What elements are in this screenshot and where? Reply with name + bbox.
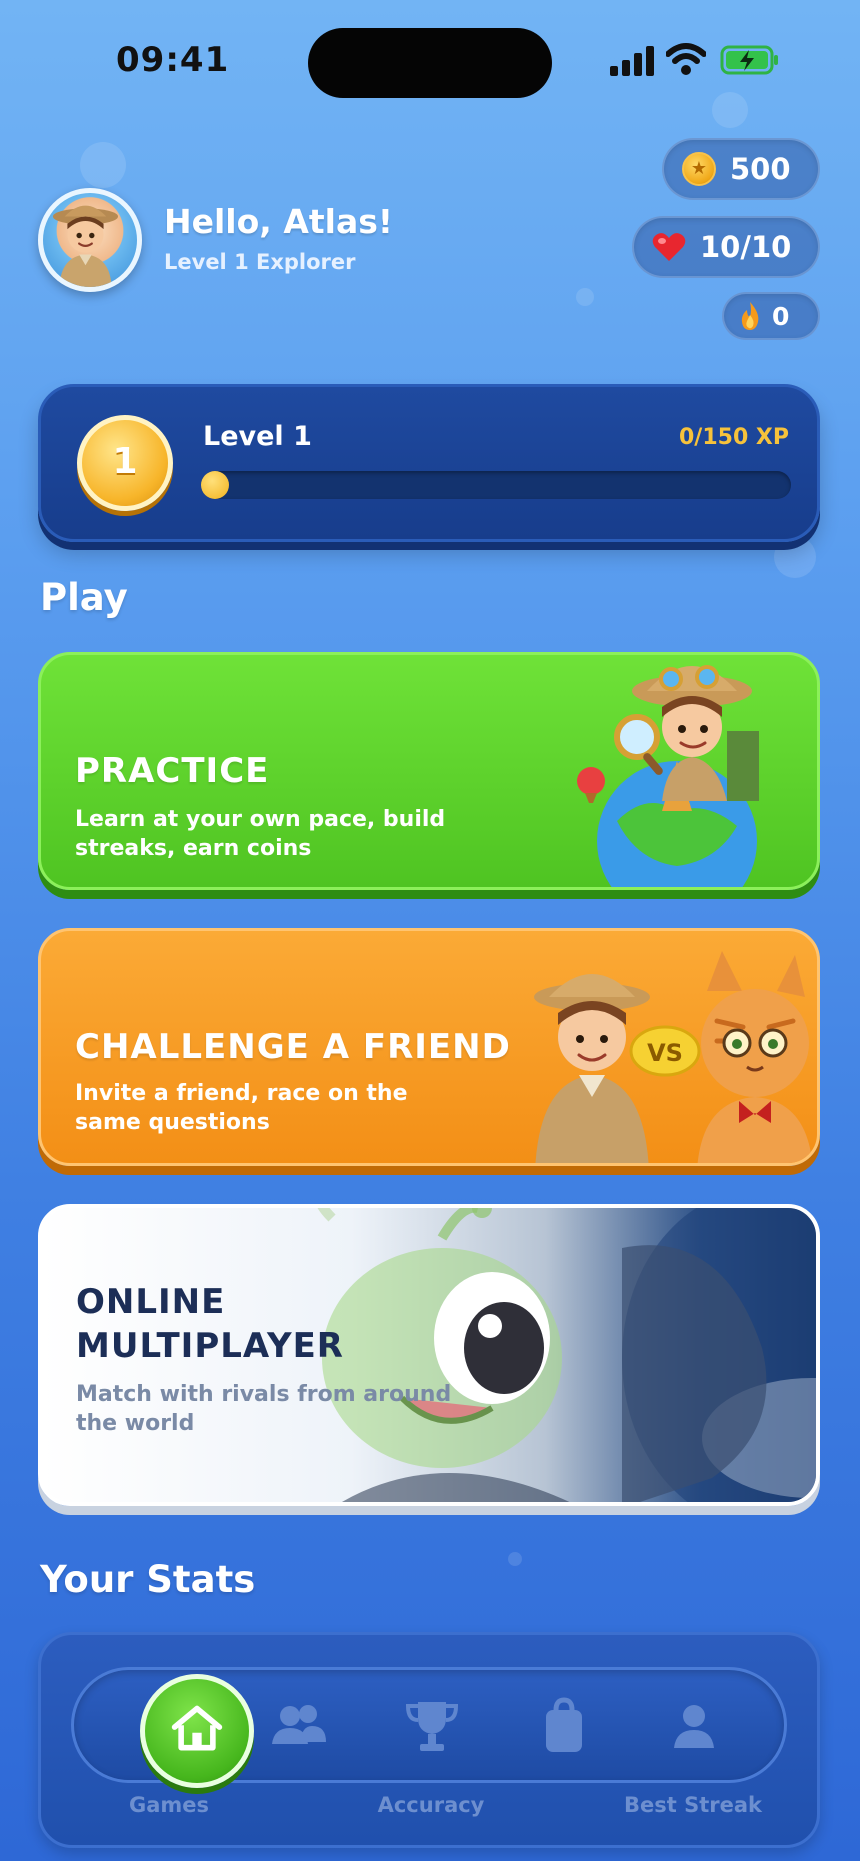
coins-value: 500 bbox=[730, 152, 791, 186]
online-multiplayer-card[interactable]: ONLINE MULTIPLAYER Match with rivals fro… bbox=[38, 1204, 820, 1506]
practice-title: PRACTICE bbox=[75, 751, 270, 791]
home-icon bbox=[171, 1705, 223, 1751]
cellular-signal-icon bbox=[610, 46, 654, 76]
greeting-title: Hello, Atlas! bbox=[164, 202, 393, 241]
practice-description: Learn at your own pace, build streaks, e… bbox=[75, 807, 446, 861]
online-multiplayer-title: ONLINE MULTIPLAYER bbox=[76, 1282, 344, 1366]
heart-icon bbox=[652, 233, 686, 261]
decorative-bubble bbox=[80, 142, 126, 188]
avatar[interactable] bbox=[38, 188, 142, 292]
dynamic-island bbox=[308, 28, 552, 98]
xp-progress-fill bbox=[201, 471, 229, 499]
flame-icon bbox=[741, 302, 759, 330]
xp-progress-bar bbox=[201, 471, 791, 499]
streak-value: 0 bbox=[772, 301, 790, 331]
nav-label-accuracy[interactable]: Accuracy bbox=[331, 1793, 531, 1817]
explorer-avatar-icon bbox=[52, 205, 119, 287]
decorative-bubble bbox=[576, 288, 594, 306]
explorer-globe-illustration bbox=[577, 665, 759, 887]
nav-label-best-streak[interactable]: Best Streak bbox=[593, 1793, 793, 1817]
level-badge: 1 bbox=[77, 415, 173, 511]
decorative-bubble bbox=[508, 1552, 522, 1566]
explorer-vs-cat-illustration: VS bbox=[534, 951, 813, 1163]
level-progress-card[interactable]: 1 Level 1 0/150 XP bbox=[38, 384, 820, 542]
stats-panel: Games Accuracy Best Streak bbox=[38, 1632, 820, 1848]
xp-label: 0/150 XP bbox=[678, 425, 789, 450]
trophy-icon[interactable] bbox=[402, 1696, 462, 1756]
coins-counter[interactable]: 500 bbox=[662, 138, 820, 200]
profile-icon[interactable] bbox=[664, 1696, 724, 1756]
stats-section-title: Your Stats bbox=[40, 1558, 256, 1601]
decorative-bubble bbox=[774, 536, 816, 578]
status-bar: 09:41 bbox=[0, 0, 860, 120]
challenge-title: CHALLENGE A FRIEND bbox=[75, 1027, 511, 1067]
bottom-nav-bar bbox=[71, 1667, 787, 1788]
vs-label: VS bbox=[647, 1039, 683, 1067]
streak-counter[interactable]: 0 bbox=[722, 292, 820, 340]
online-multiplayer-description: Match with rivals from around the world bbox=[76, 1382, 452, 1436]
friends-icon[interactable] bbox=[268, 1696, 328, 1756]
bag-icon[interactable] bbox=[534, 1696, 594, 1756]
nav-label-games[interactable]: Games bbox=[69, 1793, 269, 1817]
battery-charging-icon bbox=[720, 45, 778, 75]
coin-icon bbox=[682, 152, 716, 186]
play-section-title: Play bbox=[40, 576, 128, 619]
challenge-description: Invite a friend, race on the same questi… bbox=[75, 1081, 408, 1135]
practice-card[interactable]: PRACTICE Learn at your own pace, build s… bbox=[38, 652, 820, 890]
player-rank-subtitle: Level 1 Explorer bbox=[164, 250, 356, 274]
wifi-icon bbox=[666, 43, 706, 75]
clock: 09:41 bbox=[116, 40, 230, 80]
challenge-friend-card[interactable]: CHALLENGE A FRIEND Invite a friend, race… bbox=[38, 928, 820, 1166]
nav-home-button[interactable] bbox=[140, 1674, 254, 1788]
level-title: Level 1 bbox=[203, 421, 312, 452]
hearts-value: 10/10 bbox=[700, 230, 792, 264]
hearts-counter[interactable]: 10/10 bbox=[632, 216, 820, 278]
